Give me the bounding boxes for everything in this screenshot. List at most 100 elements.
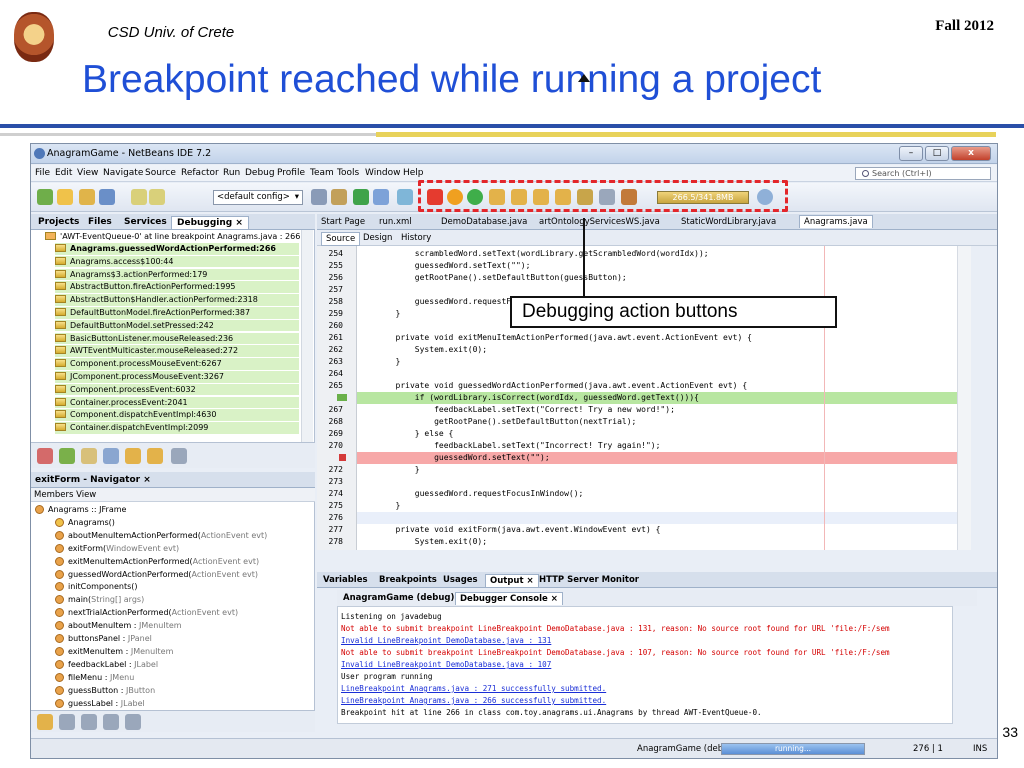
filter-nonpublic-icon[interactable] (81, 714, 97, 730)
build-icon[interactable] (311, 189, 327, 205)
mode-history[interactable]: History (397, 232, 435, 244)
call-stack-frame[interactable]: AbstractButton$Handler.actionPerformed:2… (55, 294, 299, 306)
tab-anagramgame-debug[interactable]: AnagramGame (debug) × (339, 592, 468, 604)
tab-breakpoints[interactable]: Breakpoints (375, 574, 441, 586)
menu-run[interactable]: Run (223, 168, 240, 178)
tab-ontology-services[interactable]: artOntologyServicesWS.java (539, 217, 660, 227)
debug-project-icon[interactable] (373, 189, 389, 205)
tab-demodatabase[interactable]: DemoDatabase.java (441, 217, 527, 227)
resume-thread-icon[interactable] (59, 448, 75, 464)
call-stack-frame[interactable]: Component.processMouseEvent:6267 (55, 358, 299, 370)
sort-members-icon[interactable] (125, 714, 141, 730)
navigator-member[interactable]: feedbackLabel : JLabel (55, 658, 158, 671)
tab-projects[interactable]: Projects (33, 216, 84, 228)
run-icon[interactable] (353, 189, 369, 205)
open-project-icon[interactable] (79, 189, 95, 205)
sort-icon[interactable] (171, 448, 187, 464)
call-stack-scrollbar[interactable] (301, 230, 313, 442)
editor-scrollbar[interactable] (957, 246, 971, 550)
new-project-icon[interactable] (57, 189, 73, 205)
navigator-member[interactable]: exitForm(WindowEvent evt) (55, 542, 179, 555)
tab-files[interactable]: Files (83, 216, 117, 228)
call-stack-frame[interactable]: AbstractButton.fireActionPerformed:1995 (55, 281, 299, 293)
clean-build-icon[interactable] (331, 189, 347, 205)
console-link[interactable]: Invalid LineBreakpoint DemoDatabase.java… (341, 635, 952, 646)
config-select[interactable]: <default config> (213, 190, 303, 205)
redo-icon[interactable] (149, 189, 165, 205)
menu-help[interactable]: Help (403, 168, 424, 178)
breakpoint-marker-icon[interactable] (339, 454, 346, 461)
tab-http-monitor[interactable]: HTTP Server Monitor (535, 574, 643, 586)
call-stack-frame[interactable]: Anagrams.guessedWordActionPerformed:266 (55, 243, 299, 255)
status-progress[interactable]: running... (721, 743, 865, 755)
lock-icon[interactable] (125, 448, 141, 464)
tab-run-xml[interactable]: run.xml (379, 217, 412, 227)
console-link[interactable]: Invalid LineBreakpoint DemoDatabase.java… (341, 659, 952, 670)
filter-inherited-icon[interactable] (103, 714, 119, 730)
navigator-member[interactable]: exitMenuItemActionPerformed(ActionEvent … (55, 555, 259, 568)
tab-services[interactable]: Services (119, 216, 172, 228)
menu-team[interactable]: Team (310, 168, 334, 178)
call-stack-frame[interactable]: DefaultButtonModel.setPressed:242 (55, 319, 299, 332)
mode-design[interactable]: Design (359, 232, 396, 244)
breakpoint-icon[interactable] (37, 448, 53, 464)
menu-file[interactable]: File (35, 168, 50, 178)
undo-icon[interactable] (131, 189, 147, 205)
menu-navigate[interactable]: Navigate (103, 168, 143, 178)
call-stack-frame[interactable]: AWTEventMulticaster.mouseReleased:272 (55, 345, 299, 357)
code-editor[interactable]: scrambledWord.setText(wordLibrary.getScr… (357, 246, 957, 550)
call-stack-frame[interactable]: Component.processEvent:6032 (55, 383, 299, 396)
navigator-member[interactable]: aboutMenuItem : JMenuItem (55, 619, 182, 632)
group-icon[interactable] (147, 448, 163, 464)
navigator-member[interactable]: guessedWordActionPerformed(ActionEvent e… (55, 568, 258, 581)
filter-icon[interactable] (81, 448, 97, 464)
search-input[interactable]: Search (Ctrl+I) (855, 167, 991, 180)
navigator-member[interactable]: guessLabel : JLabel (55, 697, 145, 710)
navigator-member[interactable]: exitMenuItem : JMenuItem (55, 645, 173, 658)
call-stack-frame[interactable]: JComponent.processMouseEvent:3267 (55, 371, 299, 383)
snapshot-icon[interactable] (103, 448, 119, 464)
menu-tools[interactable]: Tools (337, 168, 359, 178)
minimize-button[interactable]: – (899, 146, 923, 161)
call-stack-frame[interactable]: Anagrams$3.actionPerformed:179 (55, 268, 299, 281)
menu-debug[interactable]: Debug (245, 168, 275, 178)
navigator-member[interactable]: main(String[] args) (55, 593, 144, 606)
navigator-member[interactable]: fileMenu : JMenu (55, 671, 134, 684)
navigator-member[interactable]: buttonsPanel : JPanel (55, 632, 152, 645)
thread-row[interactable]: 'AWT-EventQueue-0' at line breakpoint An… (45, 231, 301, 243)
menu-profile[interactable]: Profile (277, 168, 305, 178)
profile-icon[interactable] (397, 189, 413, 205)
navigator-member[interactable]: initComponents() (55, 580, 138, 593)
call-stack-frame[interactable]: BasicButtonListener.mouseReleased:236 (55, 332, 299, 345)
console-link[interactable]: LineBreakpoint Anagrams.java : 271 succe… (341, 683, 952, 694)
tab-debugging[interactable]: Debugging × (171, 216, 249, 229)
tab-debugger-console[interactable]: Debugger Console × (455, 592, 563, 605)
console-link[interactable]: LineBreakpoint Anagrams.java : 266 succe… (341, 695, 952, 706)
tab-output[interactable]: Output × (485, 574, 539, 587)
menu-refactor[interactable]: Refactor (181, 168, 219, 178)
tab-anagrams[interactable]: Anagrams.java (799, 215, 873, 228)
navigator-member[interactable]: guessButton : JButton (55, 684, 155, 697)
mode-source[interactable]: Source (321, 232, 361, 246)
call-stack-frame[interactable]: Anagrams.access$100:44 (55, 255, 299, 268)
menu-view[interactable]: View (77, 168, 98, 178)
filter-fields-icon[interactable] (37, 714, 53, 730)
call-stack-frame[interactable]: Component.dispatchEventImpl:4630 (55, 409, 299, 421)
filter-static-icon[interactable] (59, 714, 75, 730)
close-button[interactable]: x (951, 146, 991, 161)
tab-variables[interactable]: Variables (319, 574, 372, 586)
menu-source[interactable]: Source (145, 168, 176, 178)
navigator-member[interactable]: Anagrams :: JFrame (35, 503, 126, 516)
new-file-icon[interactable] (37, 189, 53, 205)
save-all-icon[interactable] (99, 189, 115, 205)
call-stack-frame[interactable]: DefaultButtonModel.fireActionPerformed:3… (55, 307, 299, 319)
navigator-member[interactable]: aboutMenuItemActionPerformed(ActionEvent… (55, 529, 267, 542)
menu-window[interactable]: Window (365, 168, 401, 178)
call-stack-frame[interactable]: Container.processEvent:2041 (55, 396, 299, 409)
tab-usages[interactable]: Usages (439, 574, 482, 586)
tab-static-word-library[interactable]: StaticWordLibrary.java (681, 217, 776, 227)
navigator-member[interactable]: Anagrams() (55, 516, 115, 529)
maximize-button[interactable]: □ (925, 146, 949, 161)
tab-start-page[interactable]: Start Page (321, 217, 365, 227)
call-stack-frame[interactable]: Container.dispatchEventImpl:2099 (55, 422, 299, 434)
